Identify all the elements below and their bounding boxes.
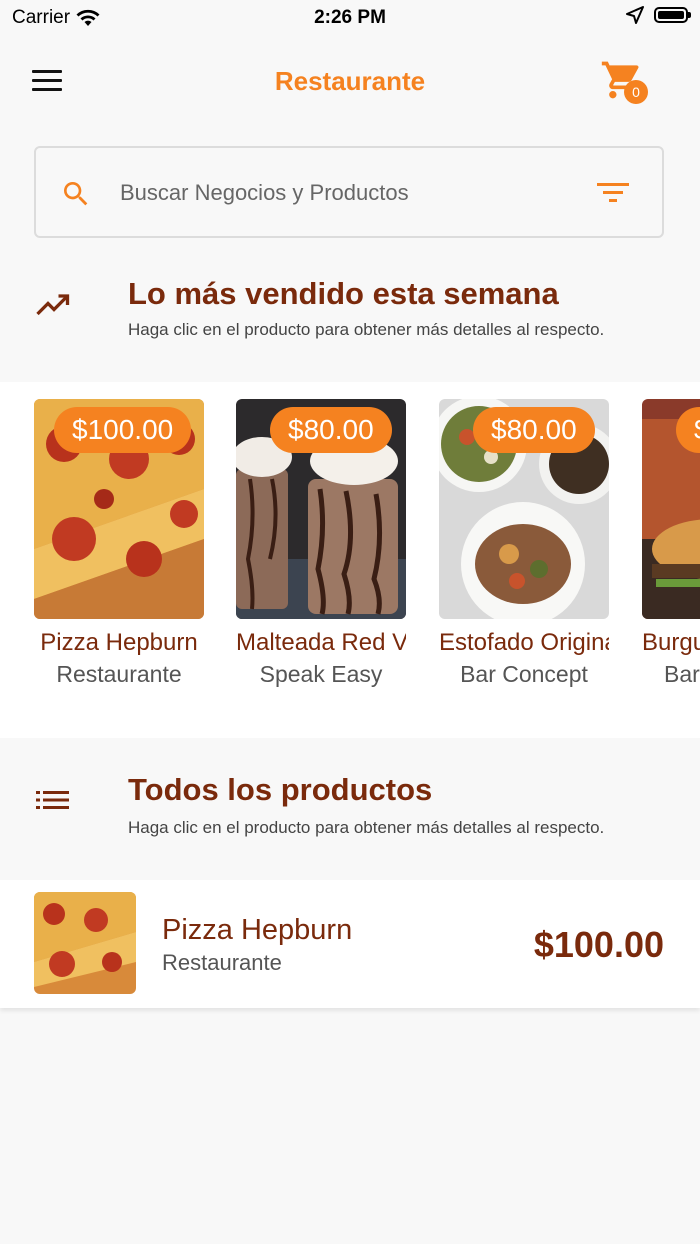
product-image: $100.00 [34,399,204,619]
product-name: Malteada Red Ve [236,629,406,656]
cart-button[interactable]: 0 [600,58,654,108]
all-products-header: Todos los productos Haga clic en el prod… [0,768,700,868]
location-arrow-icon [626,6,644,24]
product-card[interactable]: $80.00 Malteada Red Ve Speak Easy [236,399,406,688]
product-price: $100.00 [533,924,664,965]
product-image: $80.00 [236,399,406,619]
app-header: Restaurante 0 [0,50,700,114]
business-name: Bar [664,661,700,687]
clock: 2:26 PM [314,7,386,28]
trending-up-icon [36,294,70,316]
page-title: Restaurante [274,66,426,96]
product-name: Estofado Origina [439,629,609,656]
product-card[interactable]: $ Burgu Bar [642,399,700,688]
product-card[interactable]: $100.00 Pizza Hepburn Restaurante [34,399,204,688]
list-icon [36,791,69,809]
business-name: Speak Easy [259,661,383,687]
status-bar: Carrier 2:26 PM [0,0,700,36]
best-sellers-header: Lo más vendido esta semana Haga clic en … [0,270,700,370]
product-thumbnail [34,892,136,994]
price-badge: $100.00 [54,407,192,453]
business-name: Restaurante [162,950,282,975]
filter-icon[interactable] [596,180,630,206]
all-products-title: Todos los productos [128,772,433,807]
best-sellers-subtitle: Haga clic en el producto para obtener má… [128,320,605,339]
product-name: Burgu [642,629,700,656]
business-name: Restaurante [56,661,182,687]
all-products-subtitle: Haga clic en el producto para obtener má… [128,818,605,837]
product-image: $80.00 [439,399,609,619]
battery-icon [654,7,691,23]
price-badge: $80.00 [270,407,392,453]
list-item[interactable]: Pizza Hepburn Restaurante $100.00 [0,880,700,1008]
price-badge: $80.00 [473,407,595,453]
business-name: Bar Concept [460,661,588,687]
best-sellers-title: Lo más vendido esta semana [128,276,559,311]
product-name: Pizza Hepburn [162,914,353,946]
cart-count-badge: 0 [624,80,648,104]
search-bar[interactable] [34,146,664,238]
search-input[interactable] [118,174,562,212]
product-image: $ [642,399,700,619]
search-icon [64,182,88,206]
product-card[interactable]: $80.00 Estofado Origina Bar Concept [439,399,609,688]
product-name: Pizza Hepburn [40,629,198,656]
best-sellers-carousel[interactable]: $100.00 Pizza Hepburn Restaurante $80.00… [0,382,700,738]
